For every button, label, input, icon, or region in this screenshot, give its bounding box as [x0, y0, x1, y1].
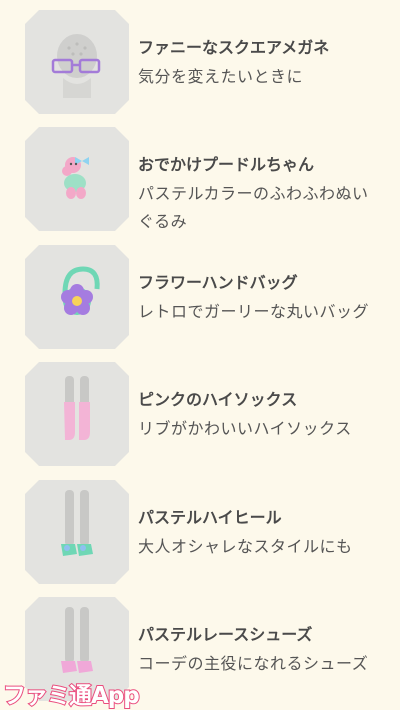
item-description: リブがかわいいハイソックス: [138, 419, 352, 438]
watermark-logo: ファミ通App: [2, 682, 141, 710]
item-title: ファニーなスクエアメガネ: [138, 38, 330, 57]
list-item[interactable]: フラワーハンドバッグ レトロでガーリーな丸いバッグ: [25, 245, 395, 355]
item-thumbnail: [25, 127, 129, 231]
pastel-heels-icon: [61, 490, 93, 556]
item-title: おでかけプードルちゃん: [138, 155, 315, 174]
list-item[interactable]: パステルハイヒール 大人オシャレなスタイルにも: [25, 480, 395, 590]
flower-handbag-icon: [61, 266, 100, 315]
item-description: レトロでガーリーな丸いバッグ: [138, 302, 370, 321]
item-description: 大人オシャレなスタイルにも: [138, 537, 353, 556]
item-thumbnail: [25, 10, 129, 114]
item-title: ピンクのハイソックス: [138, 390, 298, 409]
list-item[interactable]: おでかけプードルちゃん パステルカラーのふわふわぬいぐるみ: [25, 127, 395, 237]
item-thumbnail: [25, 362, 129, 466]
item-description: 気分を変えたいときに: [138, 67, 304, 86]
list-item[interactable]: ピンクのハイソックス リブがかわいいハイソックス: [25, 362, 395, 472]
item-title: パステルレースシューズ: [138, 625, 313, 644]
item-title: フラワーハンドバッグ: [138, 273, 298, 292]
item-title: パステルハイヒール: [138, 508, 282, 527]
item-description: コーデの主役になれるシューズ: [138, 654, 369, 673]
item-thumbnail: [25, 480, 129, 584]
square-glasses-icon: [51, 34, 101, 98]
item-description: パステルカラーのふわふわぬいぐるみ: [138, 184, 369, 231]
poodle-plush-icon: [62, 157, 89, 199]
list-item[interactable]: ファニーなスクエアメガネ 気分を変えたいときに: [25, 10, 395, 120]
item-thumbnail: [25, 245, 129, 349]
pink-socks-icon: [64, 376, 90, 440]
